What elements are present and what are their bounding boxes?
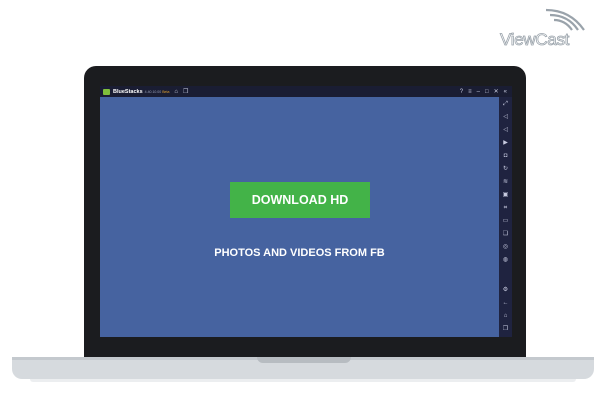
shake-icon[interactable]: ≋ [502, 179, 509, 186]
laptop-notch [257, 357, 351, 363]
keymap-icon[interactable]: ⌗ [502, 205, 509, 212]
logo-text: ViewCast [500, 30, 570, 50]
app-title: BlueStacks [113, 88, 143, 95]
viewcast-logo: ViewCast [500, 6, 596, 50]
minimize-icon[interactable]: – [477, 89, 480, 95]
menu-icon[interactable]: ≡ [468, 89, 472, 95]
restore-icon[interactable]: □ [485, 89, 489, 95]
app-version: 4.40.10.00 [144, 89, 162, 94]
volume-up-icon[interactable]: ◁ [502, 114, 509, 121]
fullscreen-icon[interactable]: ⤢ [502, 101, 509, 108]
app-subtitle: PHOTOS AND VIDEOS FROM FB [214, 247, 385, 259]
laptop-shadow [30, 379, 576, 382]
download-hd-button[interactable]: DOWNLOAD HD [230, 182, 370, 218]
multi-instance-icon[interactable]: ❐ [183, 89, 188, 95]
settings-icon[interactable]: ⚙ [502, 287, 509, 294]
copy-icon[interactable]: ❏ [502, 231, 509, 238]
play-icon[interactable]: ▶ [502, 140, 509, 147]
folder-icon[interactable]: ▭ [502, 218, 509, 225]
collapse-icon[interactable]: « [504, 89, 507, 95]
recents-icon[interactable]: ❐ [502, 326, 509, 333]
eco-icon[interactable]: ◍ [502, 257, 509, 264]
bluestacks-logo-icon [103, 88, 110, 95]
emulator-window: BlueStacks 4.40.10.00 Beta ⌂ ❐ ? ≡ – □ ✕… [100, 86, 512, 337]
help-icon[interactable]: ? [460, 89, 463, 95]
app-area: DOWNLOAD HD PHOTOS AND VIDEOS FROM FB [100, 97, 499, 337]
back-icon[interactable]: ← [502, 300, 509, 307]
gamepad-icon[interactable]: ▣ [502, 192, 509, 199]
title-bar: BlueStacks 4.40.10.00 Beta ⌂ ❐ ? ≡ – □ ✕… [100, 86, 512, 97]
close-icon[interactable]: ✕ [494, 89, 499, 95]
beta-badge: Beta [162, 89, 170, 94]
screenshot-icon[interactable]: ◘ [502, 153, 509, 160]
macro-icon[interactable]: ◎ [502, 244, 509, 251]
home-icon[interactable]: ⌂ [502, 313, 509, 320]
rotate-icon[interactable]: ↻ [502, 166, 509, 173]
volume-down-icon[interactable]: ◁ [502, 127, 509, 134]
side-toolbar: ⤢ ◁ ◁ ▶ ◘ ↻ ≋ ▣ ⌗ ▭ ❏ ◎ ◍ ⚙ ← ⌂ ❐ [499, 97, 512, 337]
home-icon[interactable]: ⌂ [174, 89, 178, 95]
